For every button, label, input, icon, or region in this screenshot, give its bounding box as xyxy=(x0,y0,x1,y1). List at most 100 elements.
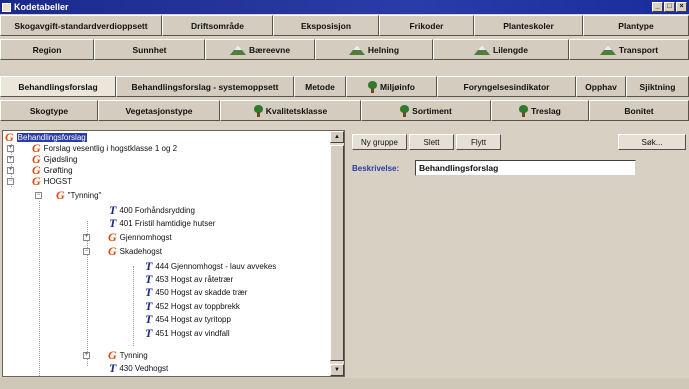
tree-node-label: 452 Hogst av toppbrekk xyxy=(155,302,240,311)
group-glyph-icon: G xyxy=(32,174,41,188)
tree-node[interactable]: − G Skadehogst xyxy=(83,245,162,257)
collapse-icon[interactable]: − xyxy=(83,248,90,255)
tree-connector xyxy=(39,201,40,376)
tree-node[interactable]: T 444 Gjennomhogst - lauv avvekes xyxy=(145,260,277,272)
tab-miljoinfo[interactable]: Miljøinfo xyxy=(346,76,437,97)
description-field[interactable]: Behandlingsforslag xyxy=(415,160,636,176)
tree-node-label: "Tynning" xyxy=(67,191,102,200)
scroll-down-button[interactable]: ▼ xyxy=(330,364,344,376)
expand-icon[interactable]: + xyxy=(83,234,90,241)
minimize-button[interactable]: _ xyxy=(652,2,663,12)
tree-node-label: Behandlingsforslag xyxy=(16,133,87,142)
tab-baereevne[interactable]: Bæreevne xyxy=(205,39,315,60)
tree-node[interactable]: + G Gjennomhogst xyxy=(83,230,172,244)
tree-node[interactable]: − G "Tynning" xyxy=(35,188,102,202)
tree-node-label: 454 Hogst av tyritopp xyxy=(155,315,231,324)
tree-node-label: 430 Vedhogst xyxy=(119,364,169,373)
tab-row-4: Skogtype Vegetasjonstype Kvalitetsklasse… xyxy=(0,100,689,121)
maximize-button[interactable]: □ xyxy=(664,2,675,12)
tree-node[interactable]: T 454 Hogst av tyritopp xyxy=(145,312,231,326)
tab-frikoder[interactable]: Frikoder xyxy=(379,15,474,36)
tab-sortiment[interactable]: Sortiment xyxy=(361,100,491,121)
tab-lilengde[interactable]: Lilengde xyxy=(433,39,569,60)
group-glyph-icon: G xyxy=(5,130,14,144)
tab-sjiktning[interactable]: Sjiktning xyxy=(626,76,689,97)
expand-icon[interactable]: + xyxy=(7,167,14,174)
window-controls: _ □ × xyxy=(652,2,687,12)
tab-row-1: Skogavgift-standardverdioppsett Driftsom… xyxy=(0,15,689,36)
tree-node-label: 450 Hogst av skadde trær xyxy=(155,288,248,297)
tab-opphav[interactable]: Opphav xyxy=(576,76,626,97)
type-glyph-icon: T xyxy=(145,285,153,299)
type-glyph-icon: T xyxy=(145,326,153,340)
tree-node-label: Tynning xyxy=(119,351,148,360)
tree-node-label: Gjødsling xyxy=(43,155,78,164)
collapse-icon[interactable]: − xyxy=(7,178,14,185)
tree-node[interactable]: T 451 Hogst av vindfall xyxy=(145,326,230,340)
new-group-button[interactable]: Ny gruppe xyxy=(352,134,407,150)
collapse-icon[interactable]: − xyxy=(35,192,42,199)
tab-behandlingsforslag[interactable]: Behandlingsforslag xyxy=(0,76,116,97)
tree-node-root[interactable]: G Behandlingsforslag xyxy=(5,130,87,144)
tab-row-2: Region Sunnhet Bæreevne Helning Lilengde… xyxy=(0,39,689,60)
tree-icon xyxy=(253,104,263,117)
tree-node-label: 444 Gjennomhogst - lauv avvekes xyxy=(155,262,277,271)
mountain-icon xyxy=(229,44,246,55)
tab-vegetasjonstype[interactable]: Vegetasjonstype xyxy=(98,100,220,121)
search-button[interactable]: Søk... xyxy=(618,134,686,150)
tab-skogavgift[interactable]: Skogavgift-standardverdioppsett xyxy=(0,15,162,36)
scroll-thumb[interactable] xyxy=(330,145,344,361)
tab-planteskoler[interactable]: Planteskoler xyxy=(474,15,583,36)
tree-node-label: Gjennomhogst xyxy=(119,233,172,242)
tab-transport[interactable]: Transport xyxy=(569,39,689,60)
tab-foryngelsesindikator[interactable]: Foryngelsesindikator xyxy=(437,76,576,97)
tab-treslag[interactable]: Treslag xyxy=(491,100,589,121)
tree-node[interactable]: T 453 Hogst av råtetrær xyxy=(145,272,234,286)
mountain-icon xyxy=(599,44,616,55)
expand-icon[interactable]: + xyxy=(7,145,14,152)
tree-node[interactable]: − G HOGST xyxy=(7,174,73,188)
tree-node[interactable]: T 401 Fristil hamtidige hutser xyxy=(109,216,216,230)
tab-behandlingsforslag-systemoppsett[interactable]: Behandlingsforslag - systemoppsett xyxy=(116,76,294,97)
tree-icon xyxy=(400,104,410,117)
window-title: Kodetabeller xyxy=(14,2,69,12)
tree-view[interactable]: G Behandlingsforslag + G Forslag vesentl… xyxy=(2,130,345,377)
tab-eksposisjon[interactable]: Eksposisjon xyxy=(273,15,379,36)
tree-node-label: 401 Fristil hamtidige hutser xyxy=(119,219,216,228)
tree-node[interactable]: + G Tynning xyxy=(83,349,148,361)
tab-sunnhet[interactable]: Sunnhet xyxy=(94,39,205,60)
expand-icon[interactable]: + xyxy=(7,156,14,163)
scroll-up-button[interactable]: ▲ xyxy=(330,131,344,143)
tab-row-3: Behandlingsforslag Behandlingsforslag - … xyxy=(0,76,689,97)
tab-helning[interactable]: Helning xyxy=(315,39,433,60)
description-label: Beskrivelse: xyxy=(352,164,400,173)
group-glyph-icon: G xyxy=(56,188,65,202)
tree-node[interactable]: T 430 Vedhogst xyxy=(109,362,169,374)
tree-node[interactable]: T 450 Hogst av skadde trær xyxy=(145,285,248,299)
type-glyph-icon: T xyxy=(109,203,117,217)
type-glyph-icon: T xyxy=(145,312,153,326)
delete-button[interactable]: Slett xyxy=(409,134,454,150)
tab-driftsomrade[interactable]: Driftsområde xyxy=(162,15,273,36)
tree-node[interactable]: + G Gjødsling xyxy=(7,153,78,165)
move-button[interactable]: Flytt xyxy=(456,134,501,150)
tab-region[interactable]: Region xyxy=(0,39,94,60)
close-button[interactable]: × xyxy=(676,2,687,12)
type-glyph-icon: T xyxy=(109,216,117,230)
tab-skogtype[interactable]: Skogtype xyxy=(0,100,98,121)
tab-kvalitetsklasse[interactable]: Kvalitetsklasse xyxy=(220,100,361,121)
tab-metode[interactable]: Metode xyxy=(294,76,346,97)
tree-icon xyxy=(368,80,378,93)
tab-bonitet[interactable]: Bonitet xyxy=(589,100,689,121)
type-glyph-icon: T xyxy=(145,272,153,286)
tree-node[interactable]: T 400 Forhåndsrydding xyxy=(109,203,195,217)
tree-node-label: 453 Hogst av råtetrær xyxy=(155,275,234,284)
tree-scrollbar[interactable]: ▲ ▼ xyxy=(330,131,344,376)
tree-node[interactable]: T 452 Hogst av toppbrekk xyxy=(145,300,240,312)
tree-icon xyxy=(519,104,529,117)
tab-plantype[interactable]: Plantype xyxy=(583,15,689,36)
expand-icon[interactable]: + xyxy=(83,352,90,359)
tree-node-label: HOGST xyxy=(43,177,73,186)
tree-connector xyxy=(133,266,134,346)
group-glyph-icon: G xyxy=(108,230,117,244)
